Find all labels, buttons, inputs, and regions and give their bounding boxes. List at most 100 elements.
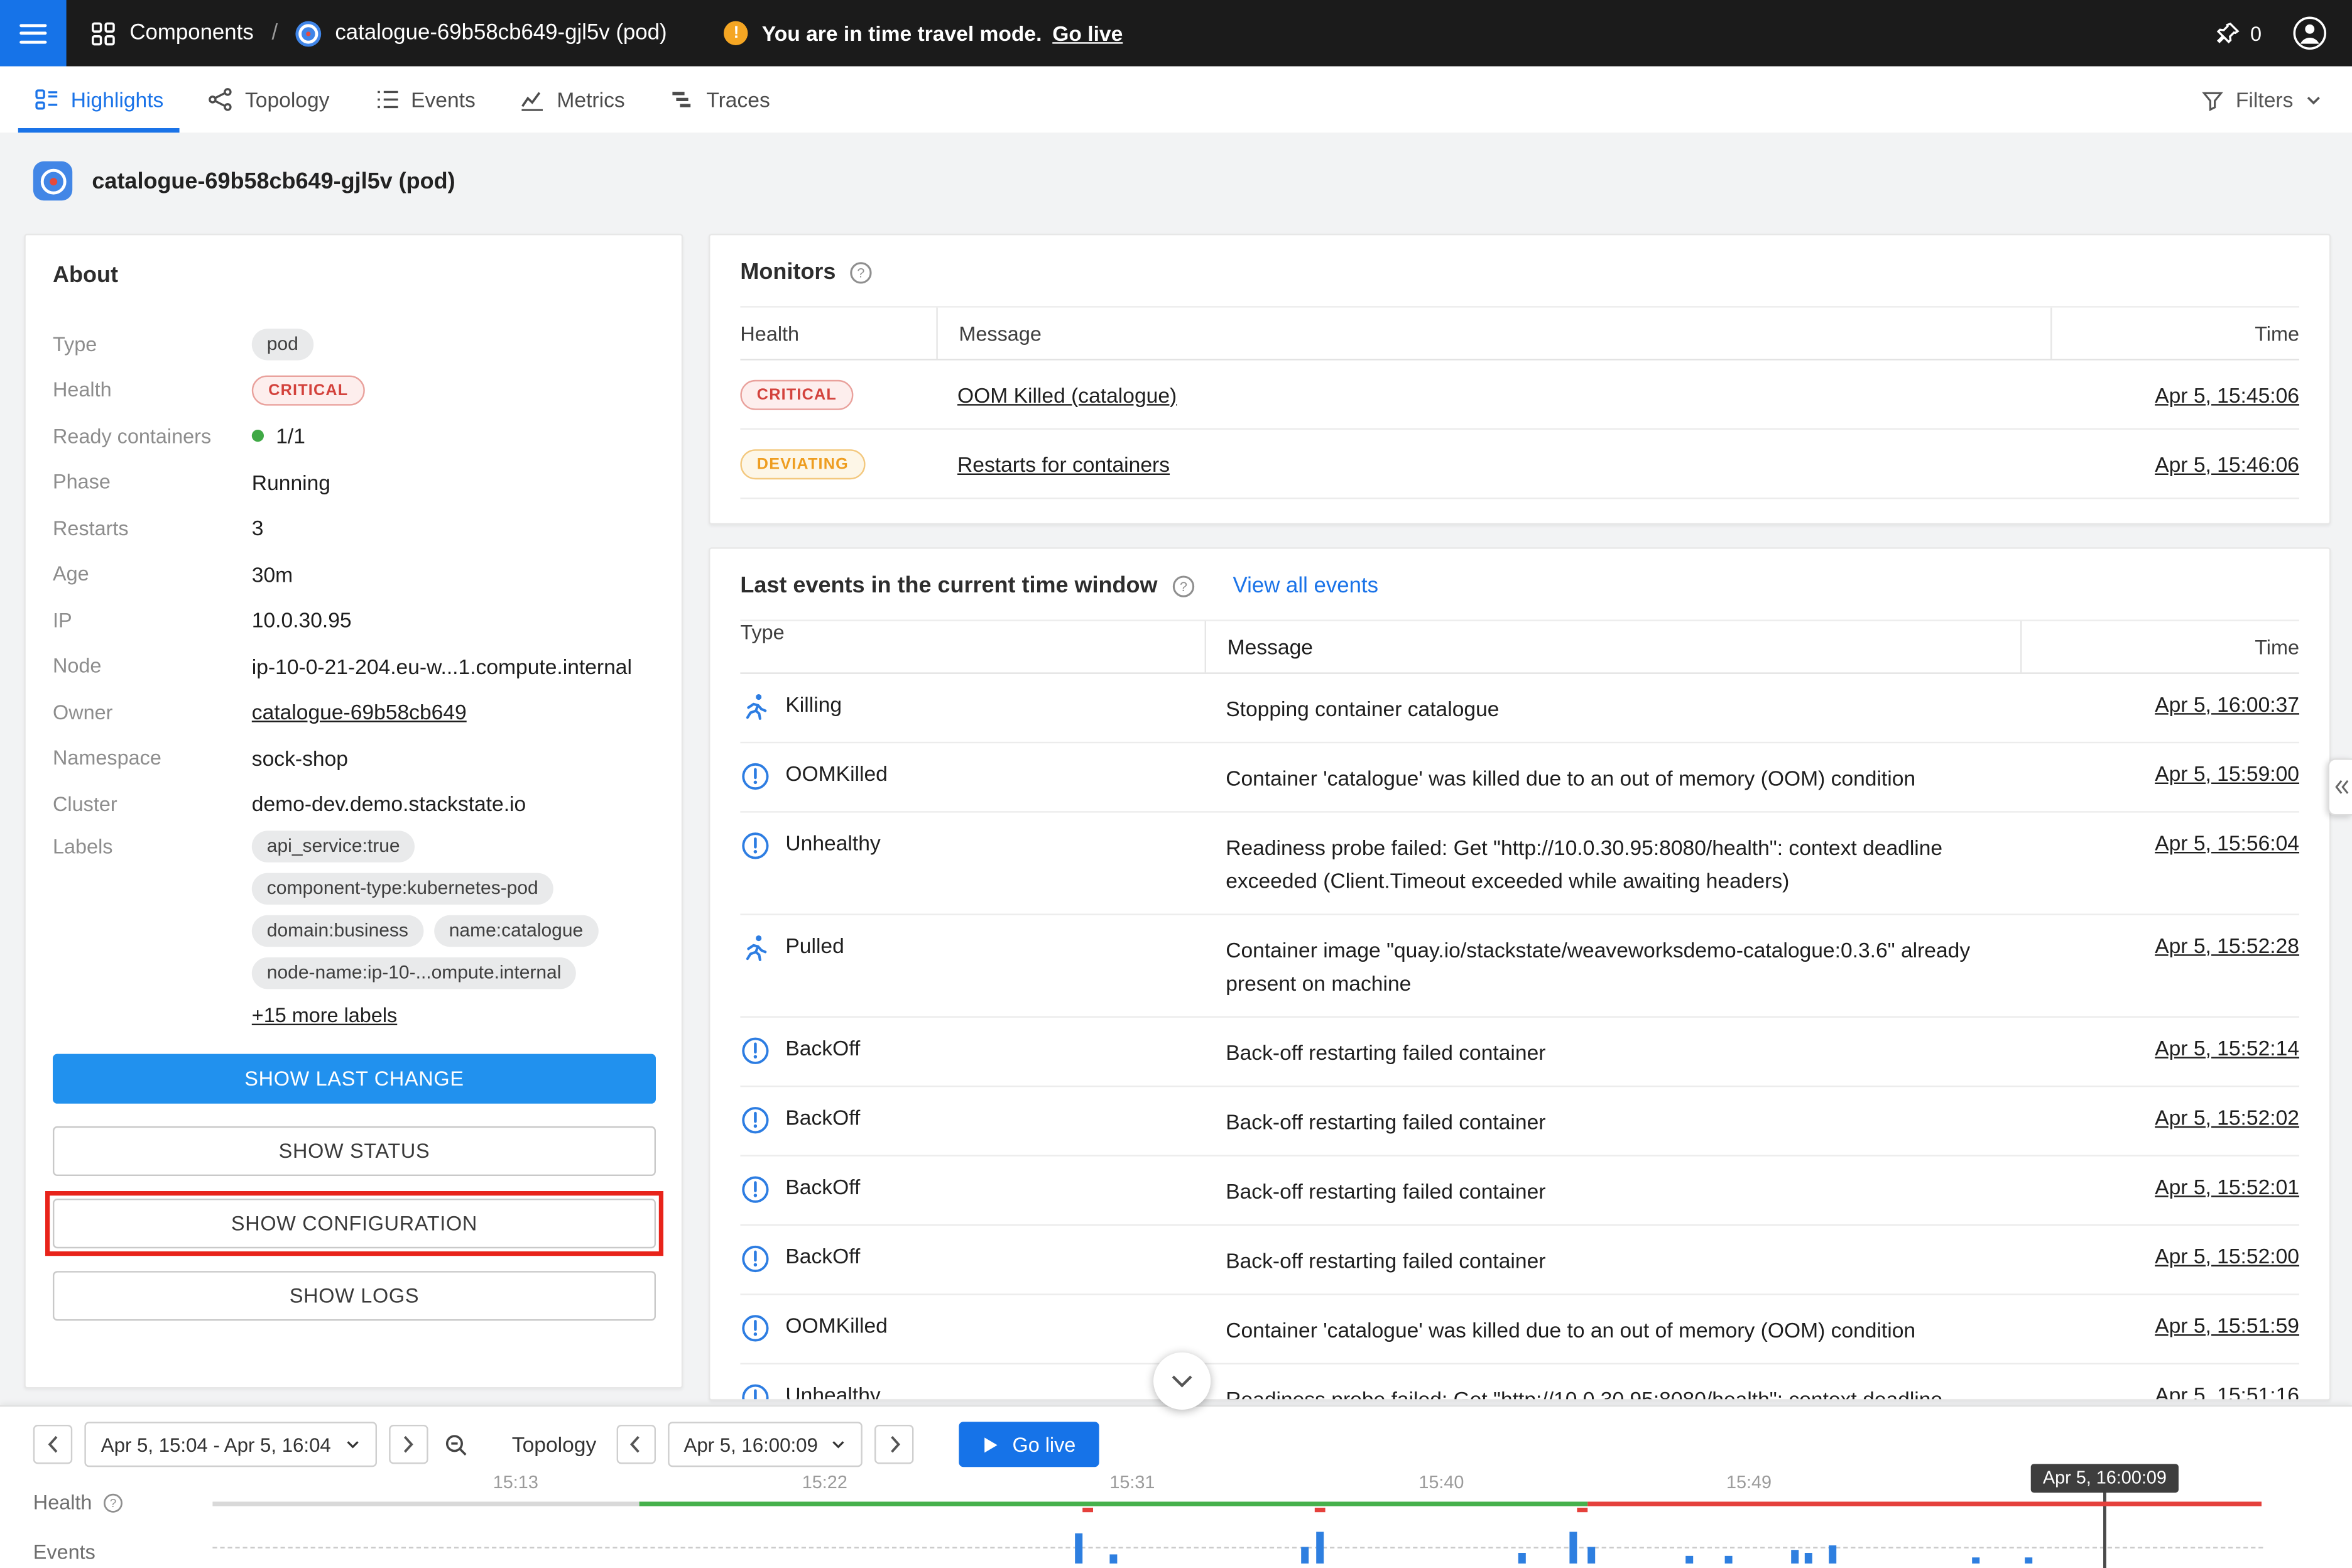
svg-text:?: ? xyxy=(110,1496,117,1510)
health-row-label: Health ? xyxy=(33,1491,124,1514)
monitors-panel: Monitors ? Health Message Time CRITICALO… xyxy=(709,234,2331,525)
event-time-link[interactable]: Apr 5, 15:51:59 xyxy=(2155,1312,2299,1336)
double-chevron-left-icon xyxy=(2333,780,2348,795)
field-value: 3 xyxy=(252,516,264,540)
topology-time-select[interactable]: Apr 5, 16:00:09 xyxy=(667,1422,863,1467)
event-bar xyxy=(1587,1547,1595,1563)
help-icon[interactable]: ? xyxy=(1171,574,1195,597)
range-prev-button[interactable] xyxy=(33,1425,72,1464)
event-row: BackOffBack-off restarting failed contai… xyxy=(740,1226,2299,1295)
health-notch xyxy=(1577,1508,1587,1512)
event-bar xyxy=(1791,1550,1799,1564)
timeline-cursor-tooltip: Apr 5, 16:00:09 xyxy=(2031,1464,2179,1493)
event-bar xyxy=(1725,1556,1733,1564)
avatar[interactable] xyxy=(2292,15,2328,52)
owner-link[interactable]: catalogue-69b58cb649 xyxy=(252,700,467,724)
view-all-events-link[interactable]: View all events xyxy=(1233,574,1378,597)
filters-label: Filters xyxy=(2236,87,2294,111)
show-last-change-button[interactable]: SHOW LAST CHANGE xyxy=(53,1053,656,1102)
event-bar xyxy=(1805,1553,1812,1564)
right-panel-toggle[interactable] xyxy=(2328,758,2352,815)
breadcrumb-entity[interactable]: catalogue-69b58cb649-gjl5v (pod) xyxy=(335,21,667,45)
go-live-label: Go live xyxy=(1012,1433,1075,1456)
monitor-health-badge: DEVIATING xyxy=(740,449,865,479)
event-time-link[interactable]: Apr 5, 15:52:28 xyxy=(2155,932,2299,956)
event-time-link[interactable]: Apr 5, 15:51:16 xyxy=(2155,1382,2299,1401)
show-logs-button[interactable]: SHOW LOGS xyxy=(53,1270,656,1320)
breadcrumb-components[interactable]: Components xyxy=(129,21,253,45)
pod-icon xyxy=(33,161,72,200)
health-badge: CRITICAL xyxy=(252,375,365,405)
page-title: catalogue-69b58cb649-gjl5v (pod) xyxy=(92,168,455,194)
menu-button[interactable] xyxy=(0,0,67,67)
help-icon[interactable]: ? xyxy=(102,1492,124,1513)
time-range-select[interactable]: Apr 5, 15:04 - Apr 5, 16:04 xyxy=(84,1422,376,1467)
field-label: Ready containers xyxy=(53,425,252,447)
svg-text:?: ? xyxy=(1179,578,1187,594)
monitor-message-link[interactable]: Restarts for containers xyxy=(957,452,1170,476)
range-next-button[interactable] xyxy=(388,1425,427,1464)
event-time-link[interactable]: Apr 5, 15:52:02 xyxy=(2155,1104,2299,1128)
more-labels-link[interactable]: +15 more labels xyxy=(252,1003,397,1026)
label-badge: component-type:kubernetes-pod xyxy=(252,872,553,903)
go-live-button[interactable]: Go live xyxy=(959,1422,1099,1467)
monitor-message-link[interactable]: OOM Killed (catalogue) xyxy=(957,382,1177,406)
event-row: PulledContainer image "quay.io/stackstat… xyxy=(740,915,2299,1018)
zoom-out-button[interactable] xyxy=(437,1425,476,1464)
alert-icon xyxy=(740,761,770,791)
monitor-time-link[interactable]: Apr 5, 15:46:06 xyxy=(2155,452,2299,476)
tab-topology[interactable]: Topology xyxy=(186,67,352,133)
chevron-down-icon xyxy=(1172,1375,1193,1388)
expand-events-button[interactable] xyxy=(1153,1353,1211,1410)
show-configuration-button[interactable]: SHOW CONFIGURATION xyxy=(53,1198,656,1248)
health-segment xyxy=(640,1501,1588,1506)
event-time-link[interactable]: Apr 5, 15:52:01 xyxy=(2155,1173,2299,1197)
runner-icon xyxy=(740,932,770,962)
pin-button[interactable]: 0 xyxy=(2217,21,2262,45)
event-type: BackOff xyxy=(785,1035,860,1059)
event-time-link[interactable]: Apr 5, 16:00:37 xyxy=(2155,691,2299,715)
health-notch xyxy=(1315,1508,1326,1512)
event-row: Killing Stopping container catalogue Apr 5… xyxy=(740,674,2299,743)
svg-text:?: ? xyxy=(858,264,865,280)
go-live-link[interactable]: Go live xyxy=(1052,21,1123,45)
event-row: BackOffBack-off restarting failed contai… xyxy=(740,1018,2299,1087)
event-bar xyxy=(2025,1557,2032,1564)
monitor-time-link[interactable]: Apr 5, 15:45:06 xyxy=(2155,382,2299,406)
label-badge: node-name:ip-10-...ompute.internal xyxy=(252,957,577,988)
timeline-cursor-line[interactable] xyxy=(2103,1491,2106,1568)
event-bar xyxy=(1685,1556,1693,1564)
event-row: OOMKilledContainer 'catalogue' was kille… xyxy=(740,1295,2299,1364)
tab-events[interactable]: Events xyxy=(352,67,498,133)
tab-traces[interactable]: Traces xyxy=(648,67,793,133)
field-label: Phase xyxy=(53,471,252,493)
event-message: Stopping container catalogue xyxy=(1205,691,2043,724)
event-bar xyxy=(1109,1554,1117,1563)
warning-icon: ! xyxy=(724,21,748,45)
event-type: BackOff xyxy=(785,1243,860,1267)
traces-icon xyxy=(670,87,694,111)
event-time-link[interactable]: Apr 5, 15:52:14 xyxy=(2155,1035,2299,1059)
filters-button[interactable]: Filters xyxy=(2201,67,2352,133)
timeline-tick: 15:49 xyxy=(1726,1471,1772,1493)
show-status-button[interactable]: SHOW STATUS xyxy=(53,1126,656,1175)
tab-metrics[interactable]: Metrics xyxy=(498,67,648,133)
labels-label: Labels xyxy=(53,834,252,857)
event-time-link[interactable]: Apr 5, 15:59:00 xyxy=(2155,761,2299,785)
time-next-button[interactable] xyxy=(875,1425,914,1464)
event-time-link[interactable]: Apr 5, 15:56:04 xyxy=(2155,830,2299,854)
about-field-ready-containers: Ready containers1/1 xyxy=(53,413,655,459)
tab-highlights[interactable]: Highlights xyxy=(12,67,186,133)
event-bar xyxy=(1569,1532,1577,1563)
alert-icon xyxy=(740,830,770,860)
about-panel: About TypepodHealthCRITICALReady contain… xyxy=(24,234,683,1388)
event-type: Killing xyxy=(785,691,842,715)
about-field-namespace: Namespacesock-shop xyxy=(53,735,655,781)
time-prev-button[interactable] xyxy=(616,1425,655,1464)
event-time-link[interactable]: Apr 5, 15:52:00 xyxy=(2155,1243,2299,1267)
about-title: About xyxy=(53,263,655,288)
column-type: Type xyxy=(740,621,1204,673)
event-bar xyxy=(1518,1553,1526,1564)
about-field-cluster: Clusterdemo-dev.demo.stackstate.io xyxy=(53,781,655,827)
help-icon[interactable]: ? xyxy=(849,260,873,284)
